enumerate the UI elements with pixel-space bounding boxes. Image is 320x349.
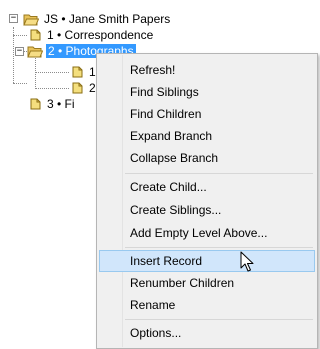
tree-node-correspondence[interactable]: 1 • Correspondence [27,27,155,43]
folder-open-icon [23,14,39,25]
tree-connector [13,83,27,84]
menu-item-find-children[interactable]: Find Children [99,103,315,125]
menu-item-rename[interactable]: Rename [99,294,315,316]
tree-node-label: JS • Jane Smith Papers [44,12,171,26]
tree-node-3[interactable]: 3 • Fi [27,96,77,112]
tree-node-label: 3 • Fi [47,97,75,111]
menu-item-renumber-children[interactable]: Renumber Children [99,272,315,294]
collapse-toggle[interactable]: − [9,14,18,23]
menu-item-collapse-branch[interactable]: Collapse Branch [99,147,315,169]
mouse-cursor-icon [240,251,254,272]
menu-separator [125,319,313,320]
tree-connector [35,72,69,73]
menu-item-expand-branch[interactable]: Expand Branch [99,125,315,147]
tree-node-label: 1 • Correspondence [47,28,154,42]
document-icon [30,29,41,41]
collapse-toggle[interactable]: − [15,47,24,56]
tree-connector [35,58,36,89]
folder-open-icon [27,46,43,57]
menu-item-refresh[interactable]: Refresh! [99,59,315,81]
document-icon [30,98,41,110]
tree-connector [35,88,69,89]
menu-item-options[interactable]: Options... [99,322,315,344]
tree-node-root[interactable]: JS • Jane Smith Papers [23,11,172,27]
menu-item-create-siblings[interactable]: Create Siblings... [99,199,315,221]
menu-item-insert-record[interactable]: Insert Record [99,250,315,272]
tree-connector [13,35,27,36]
menu-separator [125,247,313,248]
document-icon [72,82,83,94]
menu-item-add-empty-level-above[interactable]: Add Empty Level Above... [99,222,315,244]
document-icon [72,66,83,78]
menu-item-find-siblings[interactable]: Find Siblings [99,81,315,103]
context-menu: Refresh! Find Siblings Find Children Exp… [96,53,318,349]
menu-item-create-child[interactable]: Create Child... [99,176,315,198]
menu-separator [125,173,313,174]
